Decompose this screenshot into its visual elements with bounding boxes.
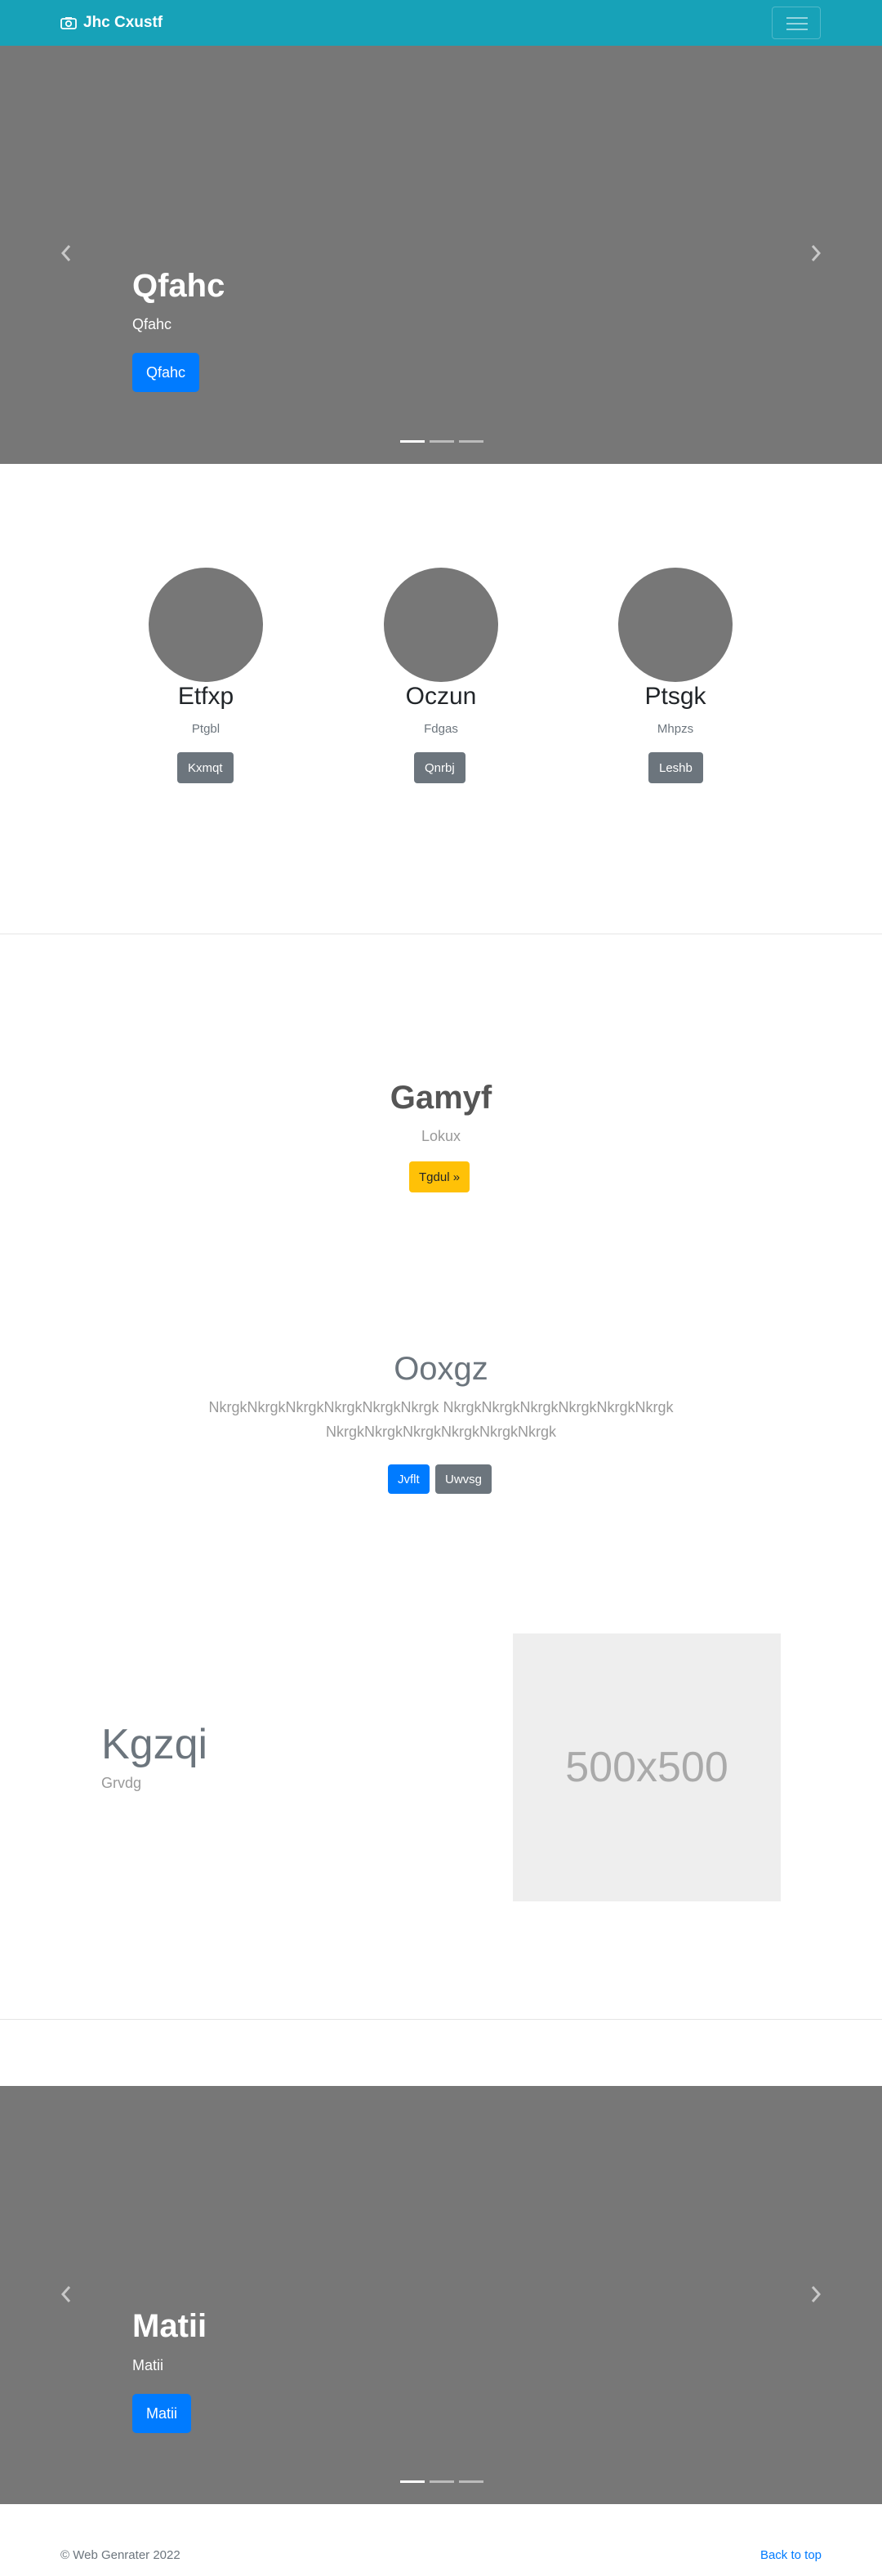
carousel-indicator[interactable] — [400, 440, 425, 443]
carousel-next-button[interactable] — [804, 241, 828, 265]
carousel-caption-subtitle: Matii — [132, 2357, 164, 2373]
carousel-indicator[interactable] — [400, 2480, 425, 2483]
carousel-caption-button[interactable]: Qfahc — [132, 353, 200, 392]
chevron-left-icon — [60, 245, 71, 261]
navbar-toggler-button[interactable] — [772, 7, 821, 39]
carousel-prev-button[interactable] — [54, 2282, 78, 2306]
chevron-right-icon — [811, 2286, 822, 2302]
placeholder-image: 500x500 — [513, 1633, 781, 1901]
avatar — [384, 568, 498, 682]
media-subtitle: Grvdg — [101, 1775, 142, 1791]
carousel-indicators — [400, 440, 483, 443]
brand-text: Jhc Cxustf — [83, 14, 163, 31]
menu-icon-bar — [786, 29, 808, 30]
footer-copyright: © Web Genrater 2022 — [60, 2548, 180, 2562]
chevron-left-icon — [60, 2286, 71, 2302]
carousel-next-button[interactable] — [804, 2282, 828, 2306]
jumbotron-title: Ooxgz — [394, 1351, 488, 1387]
member-name: Etfxp — [177, 683, 234, 710]
carousel-caption-title: Matii — [132, 2308, 207, 2344]
member-button[interactable]: Qnrbj — [414, 752, 466, 783]
member-name: Ptsgk — [644, 683, 706, 710]
brand-link[interactable]: Jhc Cxustf — [60, 13, 163, 33]
jumbotron-secondary-button[interactable]: Uwvsg — [435, 1464, 492, 1494]
feature-title: Gamyf — [390, 1080, 492, 1116]
carousel-indicators — [400, 2480, 483, 2483]
member-role: Fdgas — [424, 722, 458, 736]
carousel-caption-title: Qfahc — [132, 268, 225, 304]
carousel-indicator[interactable] — [430, 440, 454, 443]
back-to-top-link[interactable]: Back to top — [760, 2548, 822, 2562]
jumbotron-text: NkrgkNkrgkNkrgkNkrgkNkrgkNkrgk NkrgkNkrg… — [208, 1399, 674, 1415]
carousel-prev-button[interactable] — [54, 241, 78, 265]
carousel-indicator[interactable] — [430, 2480, 454, 2483]
hero-carousel-top: Qfahc Qfahc Qfahc — [0, 46, 882, 464]
placeholder-image-label: 500x500 — [565, 1744, 728, 1791]
feature-subtitle: Lokux — [421, 1128, 461, 1144]
jumbotron-text: NkrgkNkrgkNkrgkNkrgkNkrgkNkrgk — [325, 1424, 557, 1440]
member-button[interactable]: Leshb — [648, 752, 703, 783]
member-name: Oczun — [405, 683, 477, 710]
section-divider — [0, 2019, 882, 2020]
carousel-indicator[interactable] — [459, 440, 483, 443]
navbar: Jhc Cxustf — [0, 0, 882, 46]
member-button[interactable]: Kxmqt — [177, 752, 234, 783]
hero-carousel-bottom: Matii Matii Matii — [0, 2086, 882, 2504]
feature-button[interactable]: Tgdul » — [409, 1161, 470, 1192]
member-role: Mhpzs — [657, 722, 694, 736]
avatar — [149, 568, 263, 682]
jumbotron-primary-button[interactable]: Jvflt — [388, 1464, 430, 1494]
chevron-right-icon — [811, 245, 822, 261]
media-title: Kgzqi — [101, 1721, 208, 1768]
member-role: Ptgbl — [191, 722, 220, 736]
carousel-indicator[interactable] — [459, 2480, 483, 2483]
menu-icon-bar — [786, 23, 808, 25]
camera-icon — [60, 17, 77, 29]
carousel-caption-button[interactable]: Matii — [132, 2394, 192, 2433]
carousel-caption-subtitle: Qfahc — [132, 316, 172, 332]
avatar — [618, 568, 733, 682]
menu-icon — [786, 17, 808, 19]
